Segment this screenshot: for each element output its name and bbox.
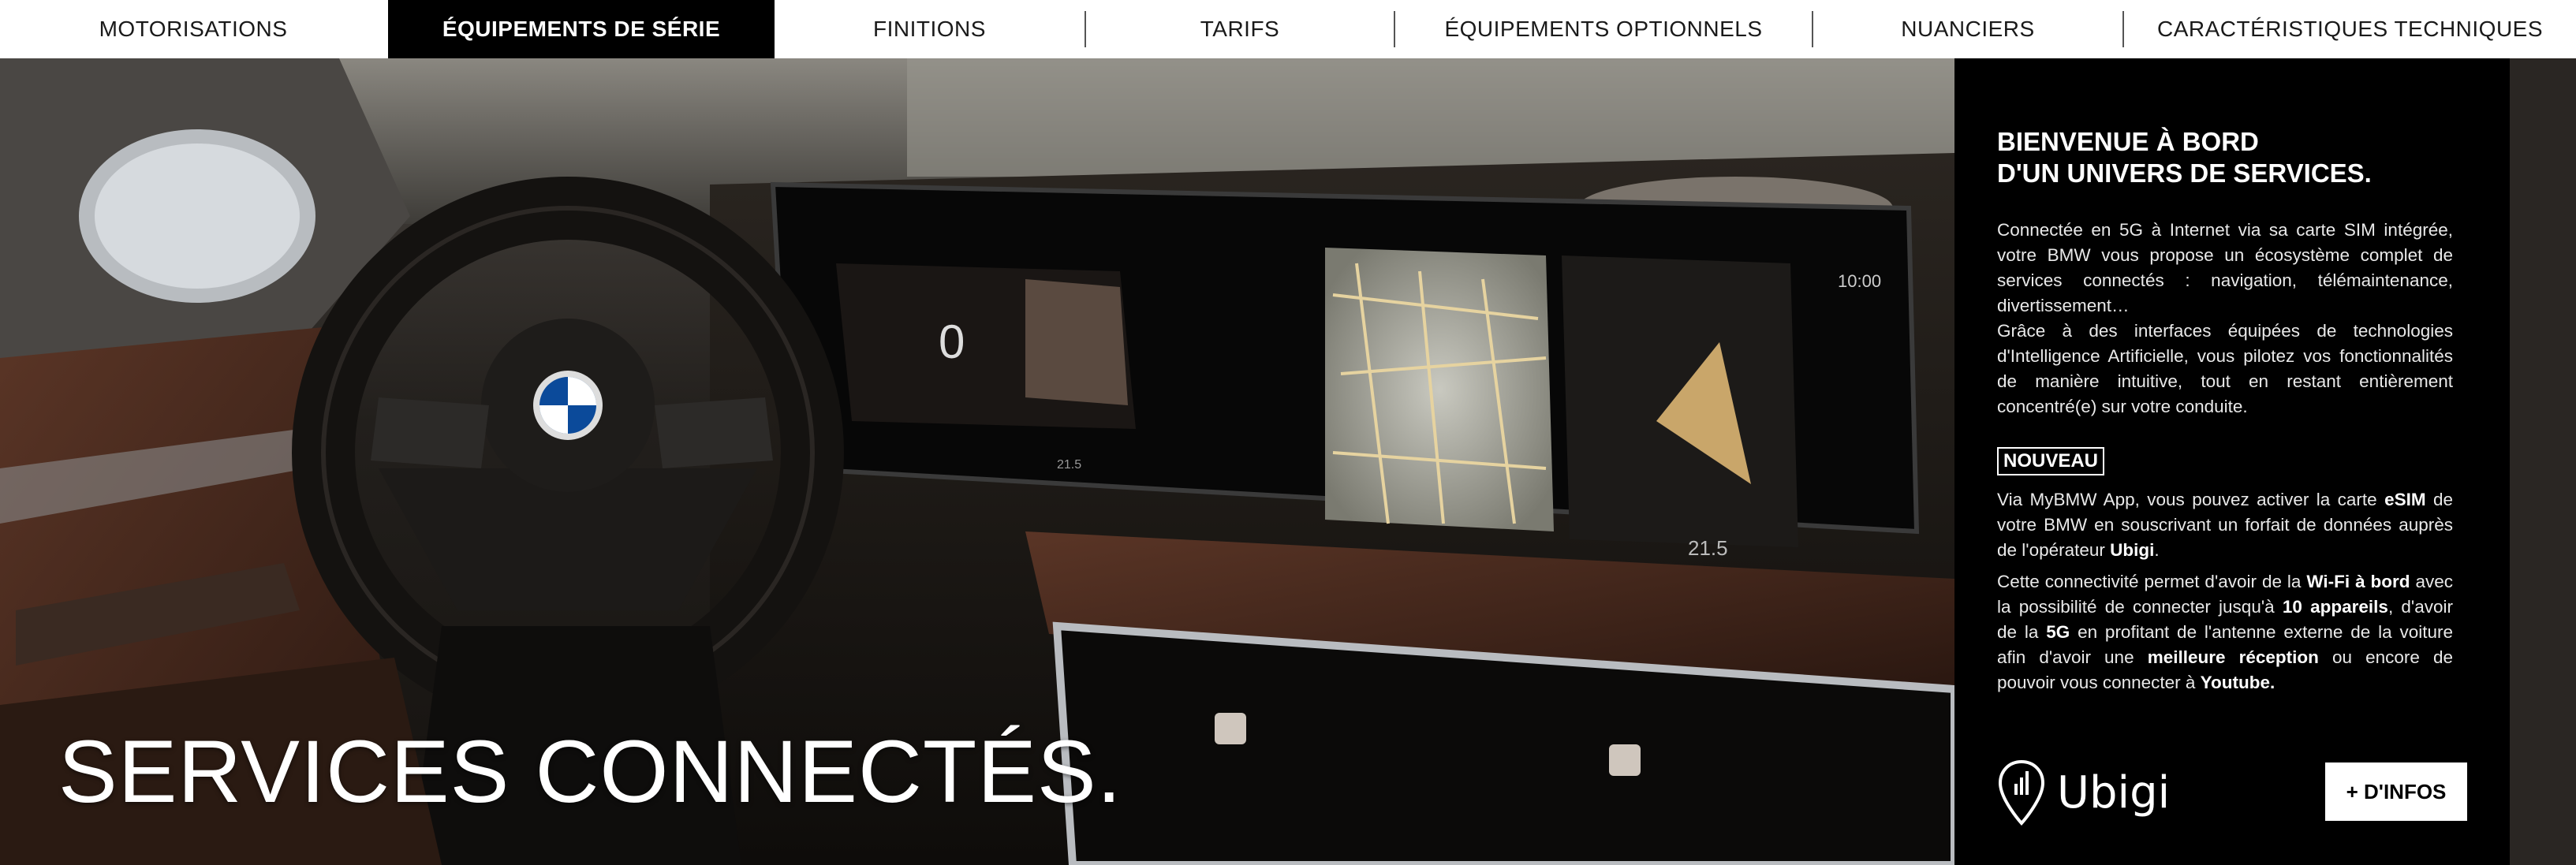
esim-bold-2: Ubigi xyxy=(2110,540,2155,560)
right-edge-strip xyxy=(2510,58,2576,865)
nav-tab-caracteristiques-techniques[interactable]: CARACTÉRISTIQUES TECHNIQUES xyxy=(2124,0,2576,58)
esim-bold-1: eSIM xyxy=(2384,490,2426,509)
wifi-text-1: Cette connectivité permet d'avoir de la xyxy=(1997,572,2307,591)
nav-tab-equipements-optionnels[interactable]: ÉQUIPEMENTS OPTIONNELS xyxy=(1395,0,1812,58)
screen-speed-readout: 0 xyxy=(939,315,965,368)
panel-heading-line2: D'UN UNIVERS DE SERVICES. xyxy=(1997,158,2372,188)
nouveau-badge: NOUVEAU xyxy=(1997,447,2105,475)
wifi-bold-3: 5G xyxy=(2046,622,2070,642)
panel-heading: BIENVENUE À BORD D'UN UNIVERS DE SERVICE… xyxy=(1997,126,2470,189)
top-navigation: MOTORISATIONS ÉQUIPEMENTS DE SÉRIE FINIT… xyxy=(0,0,2576,58)
esim-text-1: Via MyBMW App, vous pouvez activer la ca… xyxy=(1997,490,2385,509)
ai-paragraph: Grâce à des interfaces équipées de techn… xyxy=(1997,321,2453,416)
esim-paragraph: Via MyBMW App, vous pouvez activer la ca… xyxy=(1997,487,2453,563)
wifi-bold-5: Youtube. xyxy=(2200,673,2275,692)
nav-tab-finitions[interactable]: FINITIONS xyxy=(775,0,1085,58)
screen-temp-right: 21.5 xyxy=(1688,536,1728,560)
wifi-bold-4: meilleure réception xyxy=(2147,647,2319,667)
ubigi-logo: Ubigi xyxy=(1997,757,2170,828)
screen-clock: 10:00 xyxy=(1838,271,1881,291)
panel-heading-line1: BIENVENUE À BORD xyxy=(1997,127,2259,156)
esim-text-3: . xyxy=(2154,540,2160,560)
intro-paragraph: Connectée en 5G à Internet via sa carte … xyxy=(1997,220,2453,315)
nav-tab-nuanciers[interactable]: NUANCIERS xyxy=(1813,0,2122,58)
ubigi-logo-text: Ubigi xyxy=(2057,766,2171,818)
wifi-bold-1: Wi-Fi à bord xyxy=(2306,572,2410,591)
hero-image-car-interior: 0 10:00 21.5 21.5 SERVICES CONNECTÉS. xyxy=(0,58,1954,865)
nav-tab-tarifs[interactable]: TARIFS xyxy=(1086,0,1394,58)
nav-tab-equipements-de-serie[interactable]: ÉQUIPEMENTS DE SÉRIE xyxy=(388,0,775,58)
location-pin-icon xyxy=(1998,759,2045,826)
nav-tab-motorisations[interactable]: MOTORISATIONS xyxy=(0,0,386,58)
wifi-bold-2: 10 appareils xyxy=(2282,597,2388,617)
wifi-paragraph: Cette connectivité permet d'avoir de la … xyxy=(1997,569,2453,695)
more-info-button[interactable]: + D'INFOS xyxy=(2325,762,2467,821)
info-panel: BIENVENUE À BORD D'UN UNIVERS DE SERVICE… xyxy=(1954,58,2510,865)
hero-title: SERVICES CONNECTÉS. xyxy=(58,722,1122,821)
screen-temp-left: 21.5 xyxy=(1057,458,1081,472)
